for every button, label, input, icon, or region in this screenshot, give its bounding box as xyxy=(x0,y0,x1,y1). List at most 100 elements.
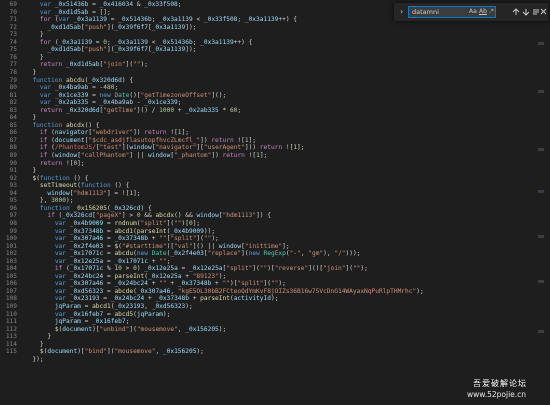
line-number: 78 xyxy=(9,68,17,76)
match-case-button[interactable]: Aa xyxy=(469,7,477,17)
code-line: function abcdu(_0x320d6d) { xyxy=(25,77,133,85)
whole-word-button[interactable]: Ab xyxy=(479,7,487,17)
code-editor[interactable]: 69 70 71 72 73 74 75 76 77 78 79 80 81 82 83 84 85 86 87 88… xyxy=(0,0,550,405)
line-number: 93 xyxy=(9,182,17,190)
code-token: abcd1 xyxy=(114,227,134,235)
line-number: 79 xyxy=(9,76,17,84)
close-icon[interactable] xyxy=(540,8,547,16)
code-line: }, 3000); xyxy=(25,197,74,205)
previous-match-arrow-icon[interactable] xyxy=(512,8,520,16)
code-token: ][ xyxy=(196,144,204,152)
code-line: $(document)["unbind"]("mousemove", _0x15… xyxy=(25,326,226,334)
code-token: ); xyxy=(218,325,227,333)
code-token: ]() / xyxy=(136,106,160,114)
line-number: 75 xyxy=(9,46,17,54)
code-token: function xyxy=(25,204,74,212)
line-number: 99 xyxy=(9,227,17,235)
code-token: for xyxy=(39,16,55,24)
code-line: setTimeout(function () { xyxy=(25,182,129,190)
code-token: _0x2ab335 xyxy=(54,99,89,107)
code-token: ]; xyxy=(192,219,201,227)
code-token: + xyxy=(147,257,160,265)
code-token: _0x23193 xyxy=(114,303,145,310)
code-token: var xyxy=(39,91,55,99)
code-token: = xyxy=(177,265,189,273)
code-token: var xyxy=(54,272,70,280)
code-token: ] || xyxy=(129,152,148,159)
code-line: if (navigator["webdriver"]) return ![1]; xyxy=(25,129,189,137)
line-number: 81 xyxy=(9,91,17,99)
code-token: "split" xyxy=(170,235,197,243)
code-token: }); xyxy=(25,355,44,363)
code-token: ]; xyxy=(282,242,290,250)
code-token: "bind" xyxy=(84,348,107,356)
code-line: for (var _0x3a1139 = _0x51436b; _0x3a113… xyxy=(25,16,297,24)
line-number: 115 xyxy=(5,348,17,356)
code-token: + xyxy=(211,280,223,288)
code-token: "getTimezoneOffset" xyxy=(140,91,212,99)
minimap[interactable] xyxy=(538,30,546,380)
minimap-marker xyxy=(538,235,544,238)
code-line: var _0x307a46 = _0x24bc24 + "" + _0x3734… xyxy=(25,280,286,288)
code-token: function xyxy=(39,174,74,182)
code-token: new xyxy=(136,250,152,258)
code-token: _0x3a1139 xyxy=(151,46,186,54)
line-number: 101 xyxy=(5,242,17,250)
code-token: 10 xyxy=(114,265,122,273)
code-token: _0x3a1139 xyxy=(244,16,279,24)
code-token: + xyxy=(147,280,160,288)
code-token: = xyxy=(103,257,115,265)
code-token: window xyxy=(47,189,70,197)
code-token: var xyxy=(54,257,70,265)
code-token: 3000 xyxy=(51,197,66,205)
code-token: ); xyxy=(270,295,279,303)
find-in-selection-icon[interactable] xyxy=(532,8,540,16)
code-token: ] > xyxy=(121,212,137,220)
code-token: _0x4ba9ab xyxy=(99,99,134,107)
toggle-replace-chevron-icon[interactable]: › xyxy=(397,7,406,17)
code-token: < xyxy=(192,16,204,24)
code-token: ); xyxy=(218,272,227,280)
line-number: 113 xyxy=(5,333,17,341)
code-line: var _0x23193 = _0x24bc24 + _0x37348b + p… xyxy=(25,295,279,303)
minimap-marker xyxy=(538,330,544,333)
code-token: "replace" xyxy=(207,250,242,258)
code-token: var xyxy=(54,287,70,295)
code-token: document xyxy=(47,348,78,356)
find-input[interactable]: datamni Aa Ab .* xyxy=(408,6,496,18)
code-token: "$cdc_asdjflasutopfhvcZLmcfl_" xyxy=(88,136,201,144)
line-number: 90 xyxy=(9,159,17,167)
code-line: return ![0]; xyxy=(25,160,85,168)
next-match-arrow-icon[interactable] xyxy=(522,8,530,16)
code-token: + xyxy=(144,295,156,303)
code-line: if (_0x17071c % 10 > 0) _0x12e25a = _0x1… xyxy=(25,265,368,273)
line-number: 88 xyxy=(9,144,17,152)
code-token: ; xyxy=(114,84,119,92)
code-token: _0x4ba9ab xyxy=(54,84,89,92)
regex-button[interactable]: .* xyxy=(489,7,494,17)
code-token: new xyxy=(99,91,115,99)
code-token: "" xyxy=(159,235,167,243)
code-token: ]; xyxy=(77,159,85,167)
code-line: var _0xd1d5ab = []; xyxy=(25,9,111,17)
code-token: if xyxy=(39,129,52,137)
code-token: + xyxy=(188,295,201,303)
code-token: _0x24bc24 xyxy=(114,280,148,288)
line-number: 95 xyxy=(9,197,17,205)
line-number: 100 xyxy=(5,235,17,243)
code-token: ]( xyxy=(166,219,175,227)
line-number: 111 xyxy=(5,318,17,326)
code-token: activityId xyxy=(233,295,271,303)
code-line: var _0x12e25a = _0x17071c + ""; xyxy=(25,257,171,266)
code-token: "test" xyxy=(99,144,122,152)
code-token: )[ xyxy=(267,265,275,273)
find-input-value: datamni xyxy=(412,8,439,16)
code-token: ]); xyxy=(185,23,197,31)
